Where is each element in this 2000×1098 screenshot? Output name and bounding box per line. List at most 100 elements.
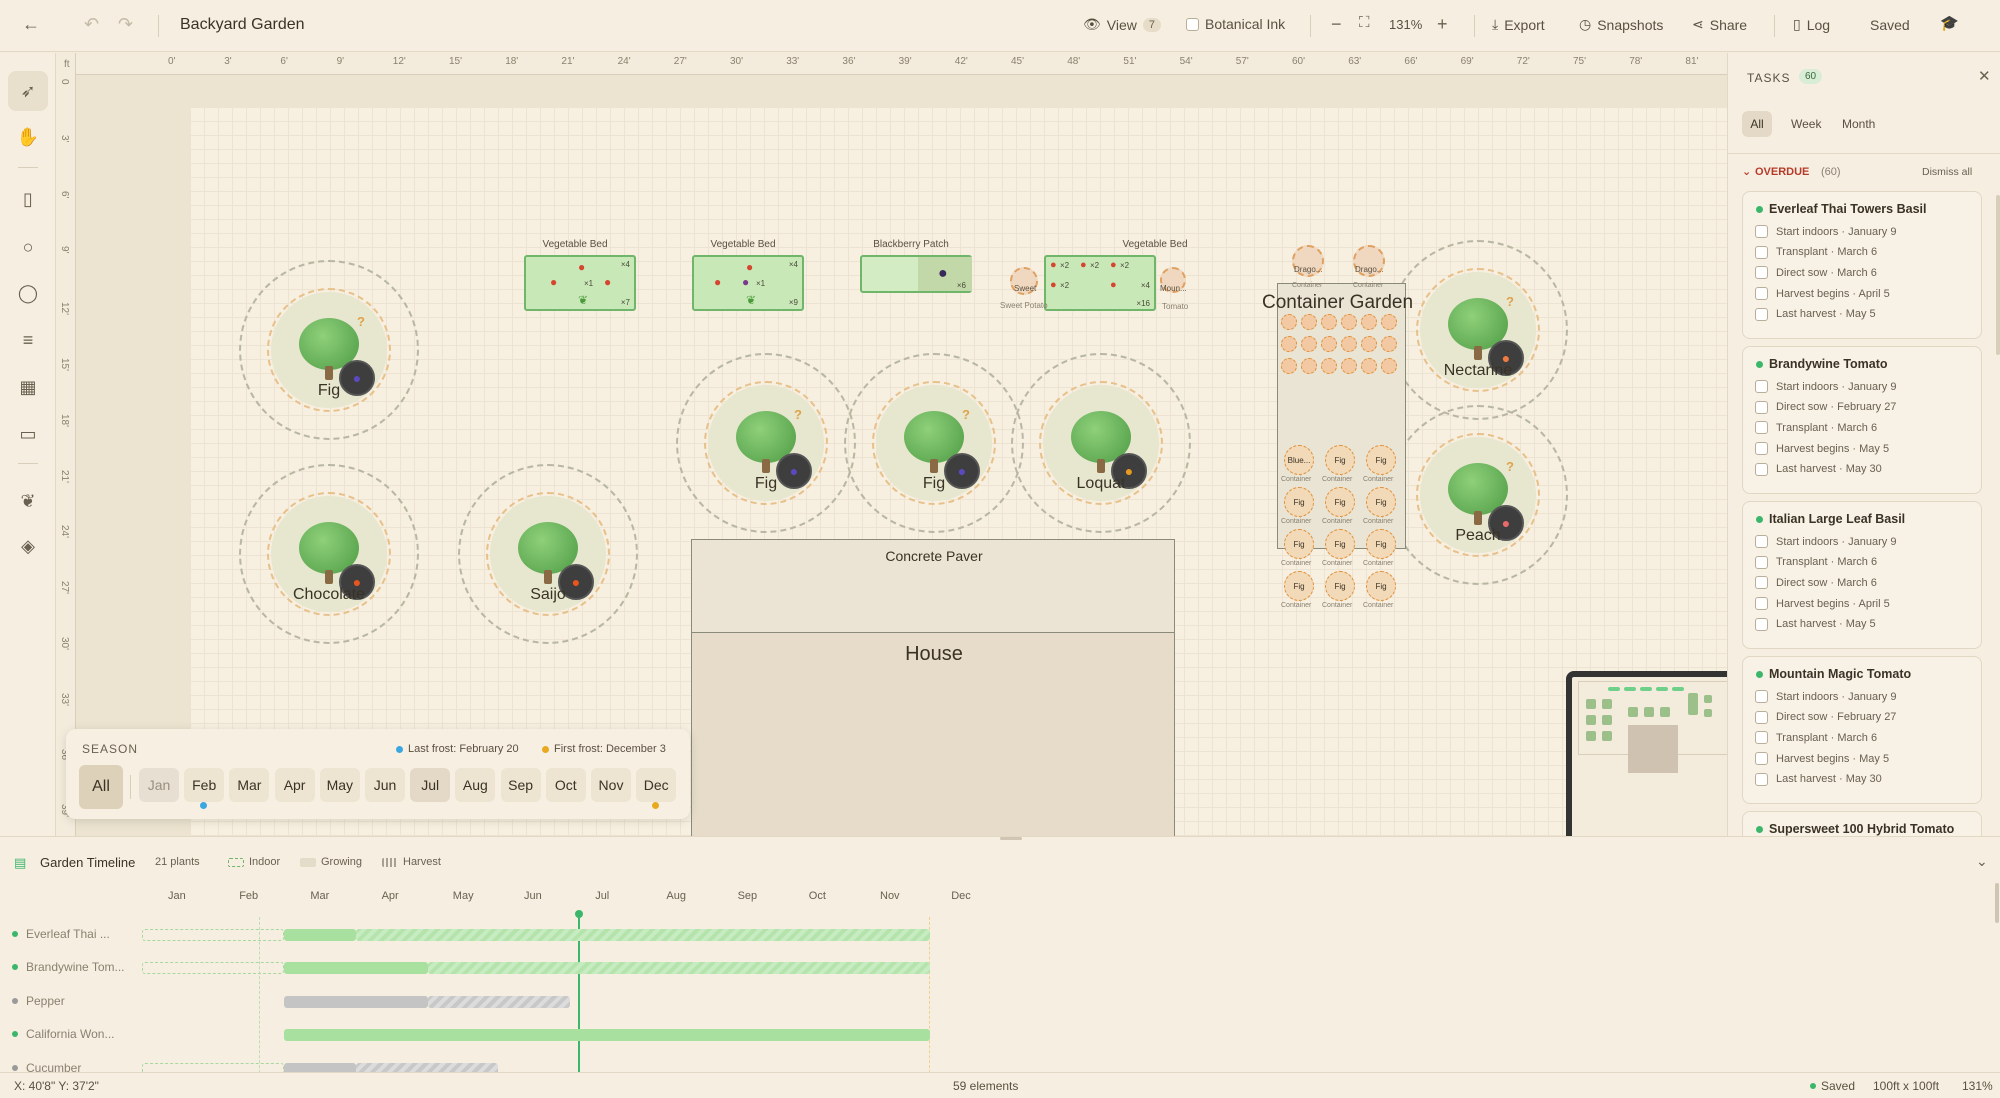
month-button-feb[interactable]: Feb [184,768,225,802]
container-pot[interactable] [1361,336,1377,352]
month-button-oct[interactable]: Oct [545,768,586,802]
timeline-bar[interactable] [284,929,356,941]
container-cell[interactable]: Fig [1366,571,1396,601]
snapshots-button[interactable]: ◷ Snapshots [1579,16,1663,33]
task-item[interactable]: Last harvest · May 30 [1755,772,1882,786]
tab-month[interactable]: Month [1842,117,1875,131]
task-item[interactable]: Direct sow · February 27 [1755,400,1896,414]
month-button-mar[interactable]: Mar [229,768,270,802]
pan-tool[interactable]: ✋ [8,117,48,157]
container-cell[interactable]: Fig [1325,529,1355,559]
scrollbar[interactable] [1995,883,1999,923]
container-pot[interactable] [1321,358,1337,374]
month-button-jul[interactable]: Jul [410,768,451,802]
task-checkbox[interactable] [1755,752,1768,766]
zoom-out-icon[interactable]: − [1331,14,1342,35]
timeline-row[interactable]: Brandywine Tom... [12,960,125,974]
scrollbar[interactable] [1996,195,2000,355]
vegetable-bed-1[interactable]: ×4 ×1 ×7 ● ● ● ❦ [524,255,636,311]
fruit-tree[interactable]: ●? Nectarine [1388,240,1568,420]
container-cell[interactable]: Blue... [1284,445,1314,475]
fruit-tree[interactable]: ●? Fig [676,353,856,533]
month-button-sep[interactable]: Sep [500,768,541,802]
container-cell[interactable]: Fig [1325,571,1355,601]
blackberry-patch[interactable]: ● ×6 [860,255,972,293]
task-checkbox[interactable] [1755,555,1768,569]
fruit-tree[interactable]: ●? Peach [1388,405,1568,585]
task-item[interactable]: Harvest begins · May 5 [1755,442,1889,456]
dismiss-all-button[interactable]: Dismiss all [1922,166,1972,178]
timeline-row[interactable]: Pepper [12,994,65,1008]
container-pot[interactable] [1321,314,1337,330]
container-tool[interactable]: ▯ [8,179,48,219]
fruit-tree[interactable]: ● Loquat [1011,353,1191,533]
structure-tool[interactable]: ▦ [8,367,48,407]
task-checkbox[interactable] [1755,245,1768,259]
task-item[interactable]: Last harvest · May 30 [1755,462,1882,476]
overdue-chevron-icon[interactable]: ⌄ [1742,165,1751,178]
task-card[interactable]: Italian Large Leaf Basil Start indoors · … [1742,501,1982,649]
task-item[interactable]: Start indoors · January 9 [1755,535,1896,548]
month-button-apr[interactable]: Apr [274,768,315,802]
redo-icon[interactable]: ↷ [118,14,133,35]
back-arrow-icon[interactable]: ← [22,14,40,35]
month-button-may[interactable]: May [319,768,360,802]
vegetable-bed-2[interactable]: ×4 ×1 ×9 ● ● ● ❦ [692,255,804,311]
container-cell[interactable]: Fig [1284,487,1314,517]
task-item[interactable]: Start indoors · January 9 [1755,690,1896,703]
task-item[interactable]: Harvest begins · May 5 [1755,752,1889,766]
task-card[interactable]: Mountain Magic Tomato Start indoors · Jan… [1742,656,1982,804]
task-checkbox[interactable] [1755,731,1768,745]
container-pot[interactable] [1341,314,1357,330]
task-card[interactable]: Brandywine Tomato Start indoors · January… [1742,346,1982,494]
task-item[interactable]: Harvest begins · April 5 [1755,597,1890,611]
share-button[interactable]: ⋖ Share [1692,16,1747,33]
month-button-jan[interactable]: Jan [139,768,179,802]
task-item[interactable]: Last harvest · May 5 [1755,307,1876,321]
task-checkbox[interactable] [1755,307,1768,321]
plants-tool[interactable]: ❦ [8,481,48,521]
month-button-jun[interactable]: Jun [365,768,405,802]
task-card[interactable]: Supersweet 100 Hybrid Tomato [1742,811,1982,836]
task-item[interactable]: Transplant · March 6 [1755,245,1877,259]
rows-tool[interactable]: ≡ [8,320,48,360]
timeline-bar[interactable] [284,995,428,1008]
export-button[interactable]: ⤓ Export [1492,16,1545,33]
concrete-paver[interactable]: Concrete Paver [691,539,1175,633]
task-checkbox[interactable] [1755,576,1768,590]
container-cell[interactable]: Fig [1366,487,1396,517]
timeline-bar[interactable] [142,962,284,975]
container-pot[interactable] [1281,336,1297,352]
task-checkbox[interactable] [1755,266,1768,280]
close-icon[interactable]: ✕ [1978,67,1991,85]
task-item[interactable]: Direct sow · February 27 [1755,710,1896,724]
resize-handle[interactable] [1000,837,1022,840]
garden-canvas[interactable]: 0' 3' 6' 9' 12' 15' 18' 21' 24' 27' 30' 33' 36' 39' 42… [56,53,1727,836]
season-all-button[interactable]: All [79,765,123,809]
tab-all[interactable]: All [1742,111,1772,137]
botanical-ink-toggle[interactable]: Botanical Ink [1186,16,1285,32]
house[interactable]: House [691,632,1175,836]
select-tool[interactable]: ➶ [8,71,48,111]
fruit-tree[interactable]: ●? Fig [844,353,1024,533]
month-button-aug[interactable]: Aug [455,768,496,802]
botanical-ink-checkbox[interactable] [1186,17,1199,31]
month-button-dec[interactable]: Dec [636,768,677,802]
container-pot[interactable] [1341,358,1357,374]
zoom-in-icon[interactable]: + [1437,14,1448,35]
task-item[interactable]: Direct sow · March 6 [1755,576,1877,590]
vegetable-bed-3[interactable]: ×2 ×2 ×2 ×2 ×4 ×16 ● ● ● ● ● [1044,255,1156,311]
timeline-row[interactable]: Everleaf Thai ... [12,927,110,941]
container-pot[interactable] [1281,314,1297,330]
month-button-nov[interactable]: Nov [591,768,631,802]
task-checkbox[interactable] [1755,597,1768,611]
task-checkbox[interactable] [1755,380,1768,393]
container-cell[interactable]: Fig [1284,571,1314,601]
container-cell[interactable]: Fig [1284,529,1314,559]
timeline-bar[interactable] [284,1029,930,1042]
task-item[interactable]: Last harvest · May 5 [1755,617,1876,631]
task-checkbox[interactable] [1755,710,1768,724]
task-checkbox[interactable] [1755,442,1768,456]
container-pot[interactable] [1381,314,1397,330]
view-button[interactable]: 👁 View 7 [1083,16,1161,33]
